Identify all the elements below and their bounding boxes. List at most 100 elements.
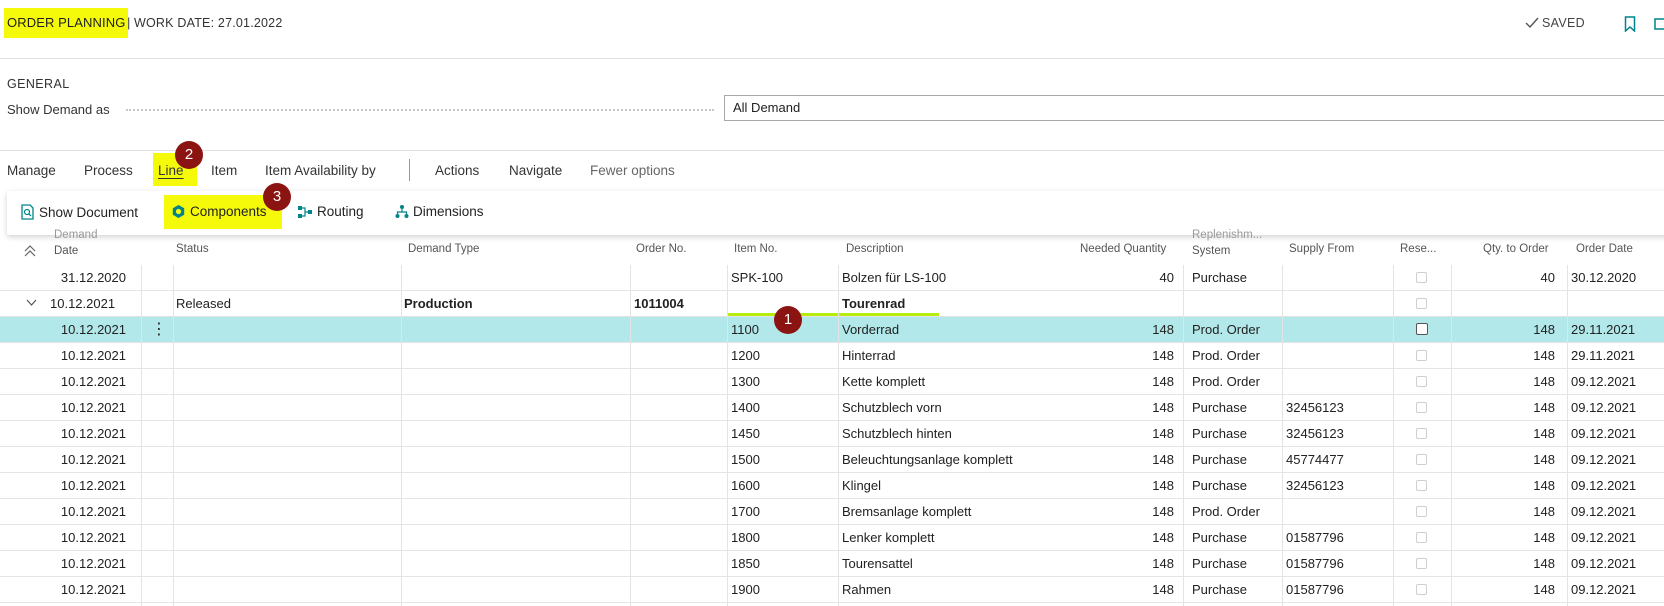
cell-demand-date[interactable]: 10.12.2021	[0, 473, 126, 498]
cell-demand-date[interactable]: 10.12.2021	[0, 447, 126, 472]
cell-order-date[interactable]	[1571, 291, 1664, 316]
cell-replenishment-system[interactable]: Prod. Order	[1192, 317, 1287, 342]
cell-demand-type[interactable]	[404, 421, 624, 446]
cell-demand-type[interactable]	[404, 317, 624, 342]
cell-item-no[interactable]: 1800	[731, 525, 831, 550]
col-order-no[interactable]: Order No.	[636, 243, 687, 255]
cell-status[interactable]	[176, 395, 396, 420]
reserve-checkbox[interactable]	[1416, 272, 1427, 283]
cell-order-no[interactable]	[634, 421, 724, 446]
cell-replenishment-system[interactable]: Prod. Order	[1192, 343, 1287, 368]
menu-navigate[interactable]: Navigate	[509, 163, 562, 178]
col-status[interactable]: Status	[176, 243, 209, 255]
cell-needed-quantity[interactable]: 148	[1000, 473, 1174, 498]
cell-replenishment-system[interactable]: Prod. Order	[1192, 369, 1287, 394]
reserve-checkbox[interactable]	[1416, 558, 1427, 569]
reserve-checkbox[interactable]	[1416, 506, 1427, 517]
table-row[interactable]: 10.12.2021 1500 Beleuchtungsanlage komplet…	[0, 447, 1664, 473]
cell-qty-to-order[interactable]: 148	[1455, 421, 1555, 446]
cell-order-date[interactable]: 09.12.2021	[1571, 447, 1664, 472]
cell-supply-from[interactable]: 01587796	[1286, 577, 1386, 602]
cell-replenishment-system[interactable]: Purchase	[1192, 447, 1287, 472]
cell-status[interactable]	[176, 343, 396, 368]
menu-item-availability[interactable]: Item Availability by	[265, 163, 376, 178]
chevron-down-icon[interactable]	[26, 291, 37, 316]
cell-needed-quantity[interactable]: 148	[1000, 395, 1174, 420]
table-row[interactable]: 10.12.2021 1450 Schutzblech hinten 148 Purch…	[0, 421, 1664, 447]
cell-order-no[interactable]	[634, 343, 724, 368]
table-row[interactable]: 10.12.2021 1400 Schutzblech vorn 148 Purchas…	[0, 395, 1664, 421]
cell-demand-type[interactable]	[404, 369, 624, 394]
menu-fewer-options[interactable]: Fewer options	[590, 163, 675, 178]
cell-demand-date[interactable]: 10.12.2021	[0, 525, 126, 550]
cell-replenishment-system[interactable]: Purchase	[1192, 395, 1287, 420]
cell-status[interactable]	[176, 421, 396, 446]
cell-order-no[interactable]	[634, 499, 724, 524]
cell-demand-type[interactable]	[404, 525, 624, 550]
table-row[interactable]: 10.12.2021 1600 Klingel 148 Purchase 32456123…	[0, 473, 1664, 499]
cell-order-no[interactable]	[634, 265, 724, 290]
cell-needed-quantity[interactable]: 40	[1000, 265, 1174, 290]
cell-demand-type[interactable]	[404, 343, 624, 368]
cell-qty-to-order[interactable]	[1455, 291, 1555, 316]
menu-actions[interactable]: Actions	[435, 163, 479, 178]
cell-demand-date[interactable]: 10.12.2021	[0, 395, 126, 420]
cell-qty-to-order[interactable]: 148	[1455, 343, 1555, 368]
cell-item-no[interactable]: 1900	[731, 577, 831, 602]
col-supply-from[interactable]: Supply From	[1289, 243, 1354, 255]
cell-item-no[interactable]: SPK-100	[731, 265, 831, 290]
cell-order-date[interactable]: 29.11.2021	[1571, 343, 1664, 368]
cell-order-no[interactable]	[634, 317, 724, 342]
cell-status[interactable]: Released	[176, 291, 396, 316]
cell-order-no[interactable]	[634, 473, 724, 498]
cell-supply-from[interactable]: 01587796	[1286, 551, 1386, 576]
cell-status[interactable]	[176, 265, 396, 290]
cell-qty-to-order[interactable]: 148	[1455, 551, 1555, 576]
cell-order-date[interactable]: 30.12.2020	[1571, 265, 1664, 290]
cell-order-date[interactable]: 29.11.2021	[1571, 317, 1664, 342]
cell-replenishment-system[interactable]: Purchase	[1192, 265, 1287, 290]
cell-order-date[interactable]: 09.12.2021	[1571, 551, 1664, 576]
components-button[interactable]: Components	[171, 204, 267, 219]
col-description[interactable]: Description	[846, 243, 904, 255]
reserve-checkbox[interactable]	[1416, 584, 1427, 595]
col-qty-to-order[interactable]: Qty. to Order	[1483, 243, 1549, 255]
cell-replenishment-system[interactable]	[1192, 291, 1287, 316]
table-row[interactable]: 10.12.2021 1300 Kette komplett 148 Prod. Ord…	[0, 369, 1664, 395]
col-item-no[interactable]: Item No.	[734, 243, 777, 255]
cell-replenishment-system[interactable]: Purchase	[1192, 421, 1287, 446]
menu-process[interactable]: Process	[84, 163, 133, 178]
cell-order-date[interactable]: 09.12.2021	[1571, 499, 1664, 524]
cell-demand-date[interactable]: 10.12.2021	[0, 577, 126, 602]
cell-order-date[interactable]: 09.12.2021	[1571, 525, 1664, 550]
cell-needed-quantity[interactable]: 148	[1000, 343, 1174, 368]
cell-item-no[interactable]: 1300	[731, 369, 831, 394]
table-row[interactable]: 10.12.2021 1700 Bremsanlage komplett 148 Pro…	[0, 499, 1664, 525]
cell-qty-to-order[interactable]: 40	[1455, 265, 1555, 290]
cell-supply-from[interactable]: 32456123	[1286, 473, 1386, 498]
cell-replenishment-system[interactable]: Purchase	[1192, 473, 1287, 498]
cell-needed-quantity[interactable]: 148	[1000, 525, 1174, 550]
cell-demand-type[interactable]	[404, 577, 624, 602]
collapse-all-icon[interactable]	[24, 245, 36, 260]
cell-supply-from[interactable]: 45774477	[1286, 447, 1386, 472]
cell-supply-from[interactable]	[1286, 369, 1386, 394]
cell-qty-to-order[interactable]: 148	[1455, 317, 1555, 342]
cell-order-date[interactable]: 09.12.2021	[1571, 395, 1664, 420]
cell-status[interactable]	[176, 577, 396, 602]
cell-status[interactable]	[176, 525, 396, 550]
cell-order-no[interactable]	[634, 551, 724, 576]
table-row[interactable]: 10.12.2021 1200 Hinterrad 148 Prod. Order 148…	[0, 343, 1664, 369]
reserve-checkbox[interactable]	[1416, 298, 1427, 309]
table-row[interactable]: 10.12.2021 1900 Rahmen 148 Purchase 01587796 1…	[0, 577, 1664, 603]
open-new-window-icon[interactable]	[1654, 18, 1664, 35]
reserve-checkbox[interactable]	[1416, 323, 1428, 335]
cell-supply-from[interactable]	[1286, 291, 1386, 316]
cell-qty-to-order[interactable]: 148	[1455, 499, 1555, 524]
dimensions-button[interactable]: Dimensions	[395, 204, 484, 219]
cell-needed-quantity[interactable]: 148	[1000, 447, 1174, 472]
col-demand-date-line2[interactable]: Date	[54, 245, 78, 257]
cell-demand-date[interactable]: 10.12.2021	[0, 317, 126, 342]
cell-needed-quantity[interactable]: 148	[1000, 421, 1174, 446]
reserve-checkbox[interactable]	[1416, 454, 1427, 465]
